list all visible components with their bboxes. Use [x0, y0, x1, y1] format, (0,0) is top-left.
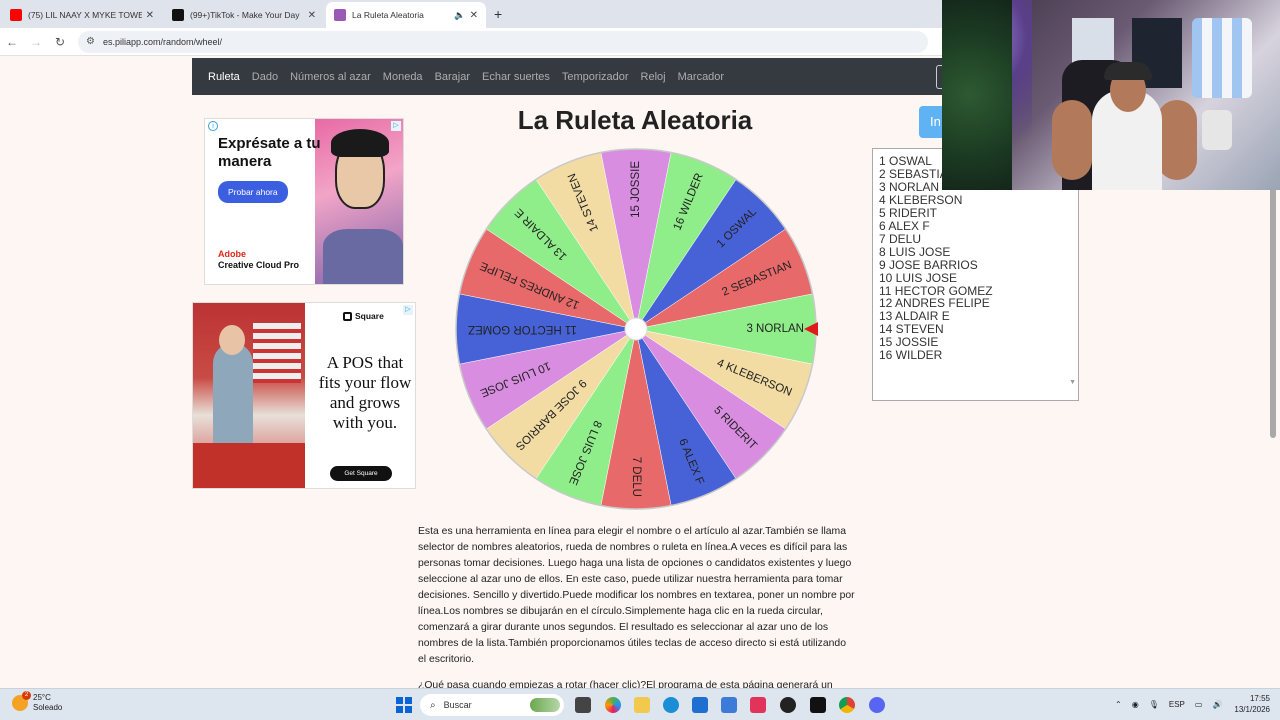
back-icon[interactable]: ←: [0, 35, 24, 49]
system-tray: ⌃ ◉ 🎙 ESP ▭ 🔊 17:55 13/1/2026: [1105, 693, 1270, 715]
wheel-segment-label: 7 DELU: [630, 457, 642, 497]
adchoices-icon[interactable]: ▷: [391, 121, 401, 131]
capcut-icon[interactable]: [810, 697, 826, 713]
name-line: 6 ALEX F: [879, 218, 930, 233]
microphone-icon[interactable]: 🎙: [1149, 700, 1159, 709]
ad-cta-button[interactable]: Get Square: [330, 466, 392, 481]
network-status-icon[interactable]: ◉: [1132, 700, 1139, 709]
browser-tab[interactable]: (75) LIL NAAY X MYKE TOWERS ✕: [2, 2, 162, 28]
task-view-icon[interactable]: [575, 697, 591, 713]
edge-icon[interactable]: [663, 697, 679, 713]
nav-item[interactable]: Echar suertes: [482, 71, 550, 83]
store-icon[interactable]: [692, 697, 708, 713]
forward-icon[interactable]: →: [24, 35, 48, 49]
start-button-icon[interactable]: [396, 697, 412, 713]
chevron-up-icon[interactable]: ⌃: [1115, 700, 1122, 709]
ad-brand: Adobe Creative Cloud Pro: [218, 249, 300, 270]
name-line: 5 RIDERIT: [879, 205, 938, 220]
wheel-segment-label: 15 JOSSIE: [630, 161, 642, 218]
tab-title: La Ruleta Aleatoria: [352, 10, 424, 20]
search-icon: ⌕: [430, 699, 436, 711]
nav-item[interactable]: Marcador: [678, 71, 724, 83]
ad-text: A POS that fits your flow and grows with…: [318, 353, 412, 432]
spinning-wheel[interactable]: 1 OSWAL2 SEBASTIAN3 NORLAN4 KLEBERSON5 R…: [454, 147, 818, 511]
copilot-icon[interactable]: [605, 697, 621, 713]
tab-audio-icon[interactable]: 🔈: [454, 10, 465, 21]
ad-illustration: [315, 119, 403, 284]
browser-tab[interactable]: (99+)TikTok - Make Your Day ✕: [164, 2, 324, 28]
textarea-scroll-down-icon[interactable]: ▼: [1069, 377, 1076, 390]
language-indicator[interactable]: ESP: [1169, 700, 1185, 709]
nav-item[interactable]: Dado: [252, 71, 278, 83]
square-logo: Square: [343, 311, 384, 321]
discord-icon[interactable]: [869, 697, 885, 713]
app-icon[interactable]: [780, 697, 796, 713]
webcam-overlay: [942, 0, 1280, 190]
taskbar-search[interactable]: ⌕ Buscar: [420, 694, 564, 716]
youtube-icon: [10, 9, 22, 21]
tab-title: (99+)TikTok - Make Your Day: [190, 10, 300, 20]
wheel-center-hub[interactable]: [624, 317, 648, 341]
name-line: 7 DELU: [879, 231, 922, 246]
name-line: 4 KLEBERSON: [879, 192, 963, 207]
ad-info-icon[interactable]: i: [208, 121, 218, 131]
name-line: 10 LUIS JOSE: [879, 270, 958, 285]
ad-photo: [193, 303, 305, 488]
page-title: La Ruleta Aleatoria: [517, 105, 753, 135]
site-nav: Ruleta Dado Números al azar Moneda Barajar Ec…: [192, 58, 952, 95]
ad-adobe[interactable]: i ▷ Exprésate a tu manera Probar ahora A…: [204, 118, 404, 285]
nav-item[interactable]: Temporizador: [562, 71, 629, 83]
close-tab-icon[interactable]: ✕: [470, 10, 478, 21]
nav-item[interactable]: Moneda: [383, 71, 423, 83]
wheel-segment-label: 3 NORLAN: [746, 323, 804, 335]
mail-icon[interactable]: [721, 697, 737, 713]
name-line: 9 JOSE BARRIOS: [879, 257, 978, 272]
url-text: es.piliapp.com/random/wheel/: [102, 36, 223, 47]
close-tab-icon[interactable]: ✕: [308, 10, 316, 21]
nav-item[interactable]: Ruleta: [208, 71, 240, 83]
ad-cta-button[interactable]: Probar ahora: [218, 181, 288, 203]
weather-widget[interactable]: 2 25°C Soleado: [12, 691, 63, 713]
sun-icon: 2: [12, 691, 31, 711]
monitor-icon[interactable]: ▭: [1195, 700, 1203, 709]
page-scrollbar[interactable]: [1270, 186, 1276, 438]
ad-square[interactable]: ▷ Square A POS that fits your flow and g…: [192, 302, 416, 489]
tab-title: (75) LIL NAAY X MYKE TOWERS: [28, 10, 142, 20]
volume-icon[interactable]: 🔊: [1212, 700, 1222, 709]
new-tab-icon[interactable]: +: [494, 6, 502, 22]
weather-temp: 25°C: [33, 693, 51, 702]
name-line: 8 LUIS JOSE: [879, 244, 951, 259]
ad-headline: Exprésate a tu manera: [218, 135, 321, 170]
close-tab-icon[interactable]: ✕: [146, 10, 154, 21]
wheel-favicon: [334, 9, 346, 21]
site-info-icon[interactable]: ⚙: [86, 36, 95, 47]
clock[interactable]: 17:55 13/1/2026: [1234, 693, 1270, 715]
description-text-2: ¿Qué pasa cuando empiezas a rotar (hacer…: [418, 680, 833, 688]
file-explorer-icon[interactable]: [634, 697, 650, 713]
nav-item[interactable]: Barajar: [435, 71, 470, 83]
chrome-icon[interactable]: [839, 697, 855, 713]
tiktok-icon: [172, 9, 184, 21]
browser-tab[interactable]: La Ruleta Aleatoria 🔈 ✕: [326, 2, 486, 28]
nav-item[interactable]: Reloj: [641, 71, 666, 83]
nav-item[interactable]: Números al azar: [290, 71, 371, 83]
weather-label: Soleado: [33, 703, 63, 712]
url-input[interactable]: ⚙ es.piliapp.com/random/wheel/: [78, 30, 928, 53]
description-text: Esta es una herramienta en línea para el…: [418, 526, 855, 665]
wheel-segment-label: 11 HECTOR GOMEZ: [468, 323, 577, 335]
name-line: 16 WILDER: [879, 348, 943, 363]
taskbar: 2 25°C Soleado ⌕ Buscar ⌃ ◉ 🎙 ESP ▭ 🔊 17…: [0, 688, 1280, 720]
adchoices-icon[interactable]: ▷: [403, 305, 413, 315]
tiktok-app-icon[interactable]: [750, 697, 766, 713]
reload-icon[interactable]: ↻: [48, 35, 72, 49]
